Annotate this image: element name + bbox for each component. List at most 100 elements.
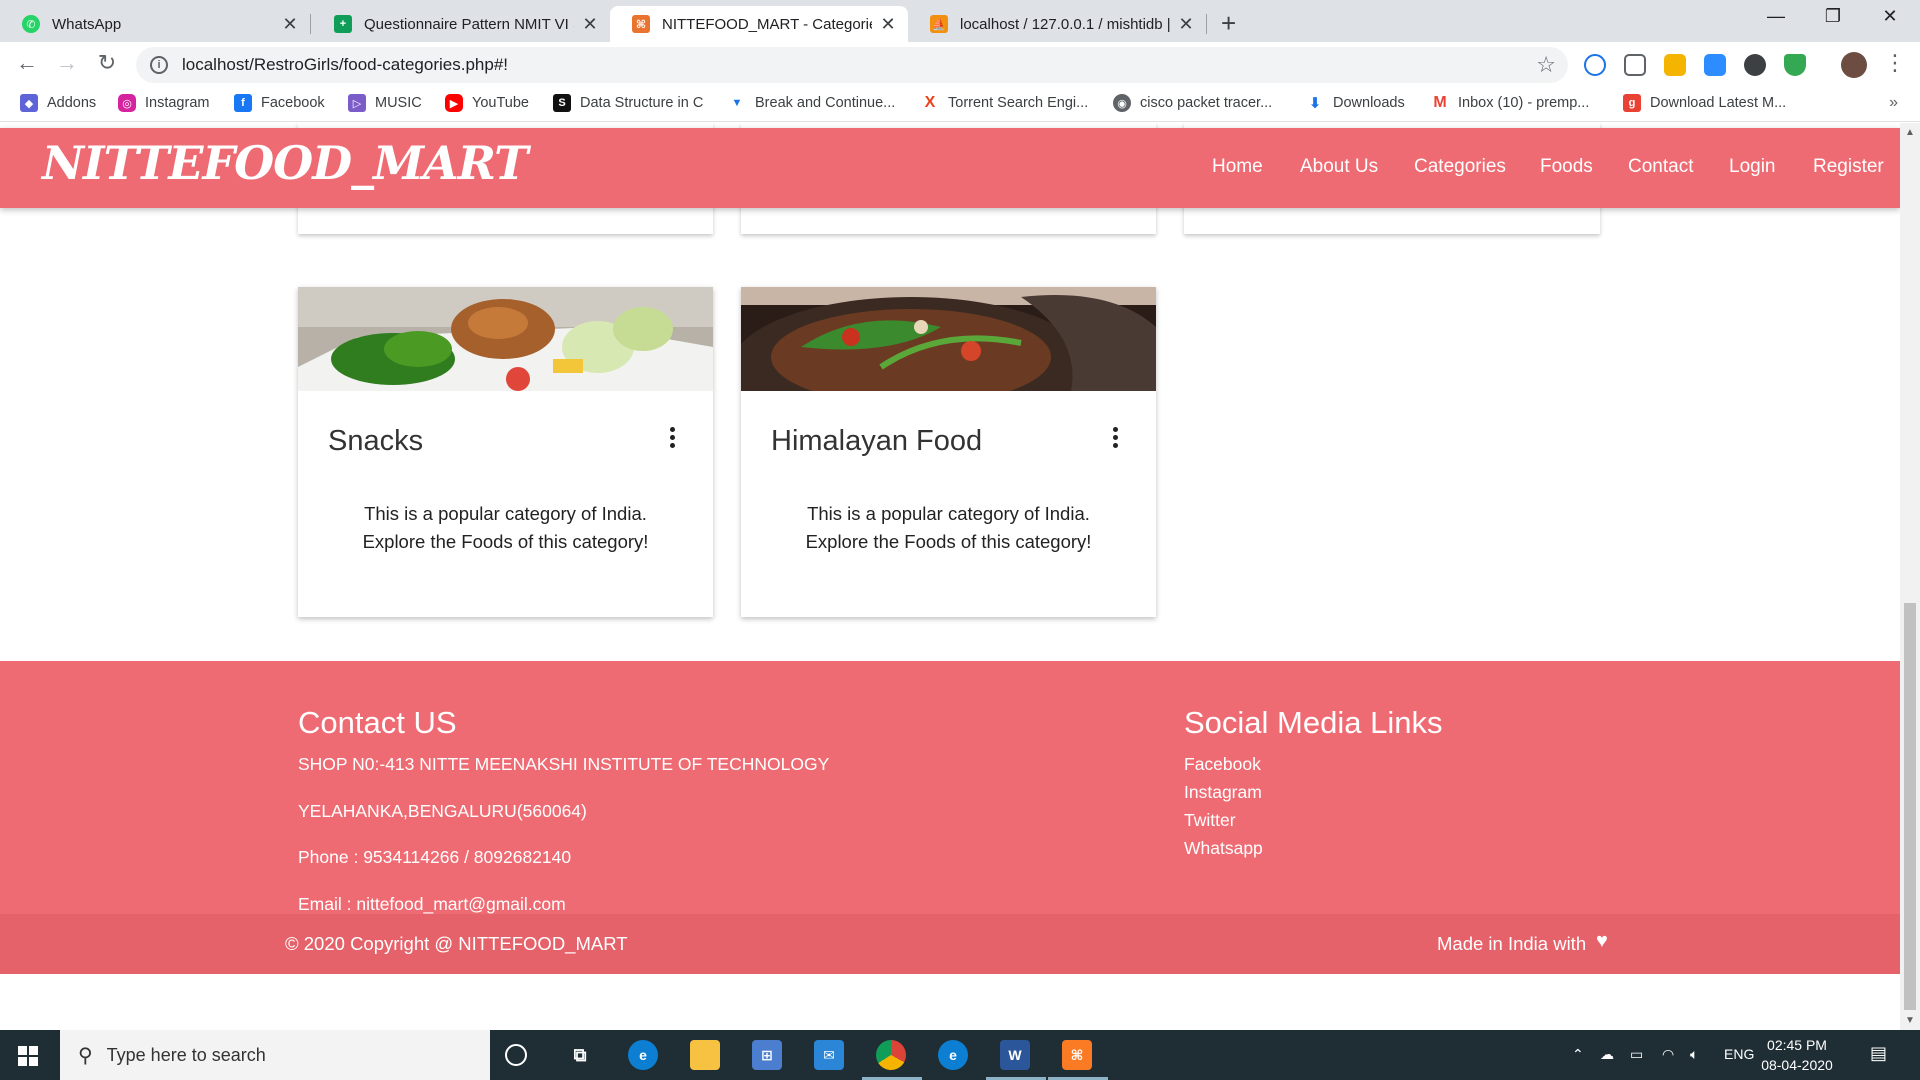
- clock-date: 08-04-2020: [1761, 1057, 1833, 1073]
- zoom-extension-icon[interactable]: [1704, 54, 1726, 76]
- taskbar-search-placeholder: Type here to search: [106, 1044, 266, 1065]
- show-hidden-icons-icon[interactable]: ⌃: [1572, 1046, 1584, 1063]
- social-link-facebook[interactable]: Facebook: [1184, 754, 1261, 775]
- taskbar-clock[interactable]: 02:45 PM 08-04-2020: [1752, 1035, 1842, 1075]
- more-vert-icon[interactable]: [1112, 427, 1118, 449]
- himalayan-food-image: [741, 287, 1156, 391]
- social-link-instagram[interactable]: Instagram: [1184, 782, 1262, 803]
- scroll-up-arrow-icon[interactable]: ▲: [1905, 127, 1915, 138]
- new-tab-icon[interactable]: +: [1221, 8, 1236, 39]
- edge-icon[interactable]: e: [628, 1040, 658, 1070]
- menu-kebab-icon[interactable]: ⋮: [1880, 50, 1910, 76]
- bookmark-gmail[interactable]: M Inbox (10) - premp...: [1431, 94, 1589, 112]
- nav-register[interactable]: Register: [1813, 156, 1884, 178]
- bookmark-label: MUSIC: [375, 95, 422, 111]
- close-window-icon[interactable]: ✕: [1867, 6, 1913, 27]
- bookmark-instagram[interactable]: ◎ Instagram: [118, 94, 209, 112]
- torrent-x-icon: X: [921, 94, 939, 112]
- mail-icon[interactable]: ✉: [814, 1040, 844, 1070]
- bookmark-data-structure[interactable]: S Data Structure in C: [553, 94, 703, 112]
- bookmark-youtube[interactable]: ▶ YouTube: [445, 94, 529, 112]
- scroll-down-arrow-icon[interactable]: ▼: [1905, 1015, 1915, 1026]
- social-heading: Social Media Links: [1184, 705, 1443, 740]
- site-info-icon[interactable]: i: [150, 56, 168, 74]
- edge-new-icon[interactable]: e: [938, 1040, 968, 1070]
- task-view-icon[interactable]: ⧉: [565, 1040, 595, 1070]
- close-tab-icon[interactable]: ✕: [580, 14, 600, 35]
- nav-about-us[interactable]: About Us: [1300, 156, 1378, 178]
- snacks-image: [298, 287, 713, 391]
- cortana-icon[interactable]: [505, 1044, 527, 1066]
- volume-icon[interactable]: 🔈︎: [1690, 1046, 1698, 1063]
- chrome-icon[interactable]: [876, 1040, 906, 1070]
- language-indicator[interactable]: ENG: [1724, 1046, 1754, 1062]
- whatsapp-icon: ✆: [22, 15, 40, 33]
- more-vert-icon[interactable]: [669, 427, 675, 449]
- category-card-himalayan-food[interactable]: Himalayan Food This is a popular categor…: [741, 287, 1156, 617]
- back-icon[interactable]: ←: [12, 50, 42, 76]
- footer-bottom-bar: © 2020 Copyright @ NITTEFOOD_MART Made i…: [0, 914, 1900, 974]
- windows-start-icon[interactable]: [18, 1046, 38, 1066]
- card-title[interactable]: Himalayan Food: [771, 425, 982, 458]
- search-icon: ⚲: [78, 1044, 93, 1067]
- battery-icon[interactable]: ▭: [1630, 1046, 1643, 1063]
- bookmarks-overflow-icon[interactable]: »: [1889, 94, 1898, 112]
- nav-login[interactable]: Login: [1729, 156, 1776, 178]
- footer-phone: Phone : 9534114266 / 8092682140: [298, 847, 572, 867]
- social-link-twitter[interactable]: Twitter: [1184, 810, 1236, 831]
- tab-whatsapp[interactable]: ✆ WhatsApp ✕: [0, 6, 310, 42]
- copy-extension-icon[interactable]: [1624, 54, 1646, 76]
- forward-icon[interactable]: →: [52, 50, 82, 76]
- close-tab-icon[interactable]: ✕: [1176, 14, 1196, 35]
- reload-icon[interactable]: ↻: [92, 50, 122, 76]
- nav-foods[interactable]: Foods: [1540, 156, 1593, 178]
- clock-time: 02:45 PM: [1767, 1037, 1827, 1053]
- address-bar[interactable]: i localhost/RestroGirls/food-categories.…: [136, 47, 1568, 83]
- tab-categories[interactable]: ⌘ NITTEFOOD_MART - Categories! ✕: [610, 6, 908, 42]
- search-extension-icon[interactable]: [1584, 54, 1606, 76]
- card-description: This is a popular category of India. Exp…: [741, 500, 1156, 556]
- xampp-taskbar-icon[interactable]: ⌘: [1062, 1040, 1092, 1070]
- bookmark-download-latest[interactable]: g Download Latest M...: [1623, 94, 1786, 112]
- bookmark-downloads[interactable]: ⬇ Downloads: [1306, 94, 1405, 112]
- tab-questionnaire[interactable]: + Questionnaire Pattern NMIT VI Se ✕: [312, 6, 610, 42]
- page-scrollbar[interactable]: ▲ ▼: [1900, 123, 1920, 1030]
- bookmark-torrent[interactable]: X Torrent Search Engi...: [921, 94, 1088, 112]
- card-title[interactable]: Snacks: [328, 425, 423, 458]
- wifi-icon[interactable]: ◠: [1662, 1046, 1674, 1063]
- restore-icon[interactable]: ❐: [1810, 6, 1856, 27]
- download-extension-icon[interactable]: [1744, 54, 1766, 76]
- social-link-whatsapp[interactable]: Whatsapp: [1184, 838, 1263, 859]
- file-explorer-icon[interactable]: [690, 1040, 720, 1070]
- store-icon[interactable]: ⊞: [752, 1040, 782, 1070]
- close-tab-icon[interactable]: ✕: [878, 14, 898, 35]
- bookmark-addons[interactable]: ◆ Addons: [20, 94, 96, 112]
- shield-extension-icon[interactable]: [1784, 54, 1806, 76]
- word-icon[interactable]: W: [1000, 1040, 1030, 1070]
- bookmark-cisco[interactable]: ◉ cisco packet tracer...: [1113, 94, 1272, 112]
- page-viewport: NITTEFOOD_MART Home About Us Categories …: [0, 123, 1900, 1030]
- tab-phpmyadmin[interactable]: ⛵ localhost / 127.0.0.1 / mishtidb | p ✕: [908, 6, 1206, 42]
- bookmark-label: Break and Continue...: [755, 95, 896, 111]
- bookmark-break-continue[interactable]: ▼ Break and Continue...: [728, 94, 895, 112]
- bookmark-star-icon[interactable]: ☆: [1536, 52, 1556, 78]
- onedrive-icon[interactable]: ☁: [1600, 1046, 1614, 1063]
- footer-address-line: YELAHANKA,BENGALURU(560064): [298, 801, 587, 821]
- taskbar-search-box[interactable]: ⚲ Type here to search: [60, 1030, 490, 1080]
- bookmark-label: Downloads: [1333, 95, 1405, 111]
- category-card-snacks[interactable]: Snacks This is a popular category of Ind…: [298, 287, 713, 617]
- minimize-icon[interactable]: —: [1753, 6, 1799, 27]
- bookmark-music[interactable]: ▷ MUSIC: [348, 94, 422, 112]
- nav-categories[interactable]: Categories: [1414, 156, 1506, 178]
- honey-extension-icon[interactable]: [1664, 54, 1686, 76]
- profile-avatar[interactable]: [1841, 52, 1867, 78]
- notifications-icon[interactable]: ▤: [1870, 1043, 1887, 1064]
- site-brand-logo[interactable]: NITTEFOOD_MART: [42, 136, 528, 190]
- nav-contact[interactable]: Contact: [1628, 156, 1693, 178]
- close-tab-icon[interactable]: ✕: [280, 14, 300, 35]
- scrollbar-thumb[interactable]: [1904, 603, 1916, 1010]
- nav-home[interactable]: Home: [1212, 156, 1263, 178]
- phpmyadmin-icon: ⛵: [930, 15, 948, 33]
- site-g-icon: g: [1623, 94, 1641, 112]
- bookmark-facebook[interactable]: f Facebook: [234, 94, 325, 112]
